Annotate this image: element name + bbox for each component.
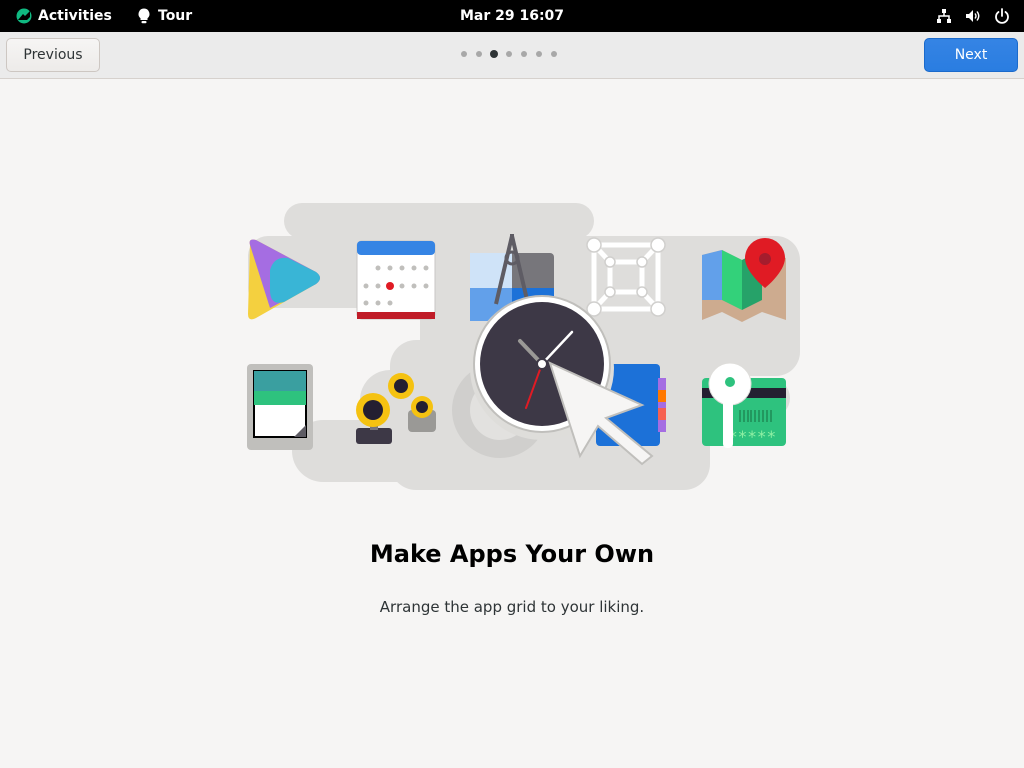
page-dot[interactable] bbox=[476, 51, 482, 57]
rocky-logo-icon bbox=[16, 8, 32, 24]
page-subtitle: Arrange the app grid to your liking. bbox=[379, 598, 645, 616]
page-indicator bbox=[460, 50, 558, 58]
lightbulb-icon bbox=[138, 8, 150, 24]
network-wired-icon bbox=[937, 9, 951, 23]
page-title: Make Apps Your Own bbox=[369, 540, 655, 568]
password-mask-text: ***** bbox=[728, 427, 776, 446]
volume-icon bbox=[966, 10, 980, 22]
clock[interactable]: Mar 29 16:07 bbox=[460, 8, 564, 24]
header-bar: Previous Next bbox=[0, 32, 1024, 79]
app-grid-illustration: ***** bbox=[247, 203, 800, 490]
image-viewer-icon bbox=[247, 364, 313, 450]
page-dot[interactable] bbox=[551, 51, 557, 57]
system-status-area[interactable] bbox=[936, 0, 1010, 32]
previous-button[interactable]: Previous bbox=[6, 38, 100, 72]
app-menu[interactable]: Tour bbox=[138, 0, 192, 32]
page-dot[interactable] bbox=[521, 51, 527, 57]
page-dot[interactable] bbox=[461, 51, 467, 57]
next-button[interactable]: Next bbox=[924, 38, 1018, 72]
page-dot[interactable] bbox=[506, 51, 512, 57]
top-bar: Activities Tour Mar 29 16:07 bbox=[0, 0, 1024, 32]
app-name: Tour bbox=[158, 8, 193, 24]
calendar-icon bbox=[356, 240, 436, 320]
activities-button[interactable]: Activities bbox=[16, 0, 112, 32]
activities-label: Activities bbox=[38, 8, 112, 24]
power-icon bbox=[995, 8, 1009, 24]
page-dot-current[interactable] bbox=[490, 50, 498, 58]
page-dot[interactable] bbox=[536, 51, 542, 57]
